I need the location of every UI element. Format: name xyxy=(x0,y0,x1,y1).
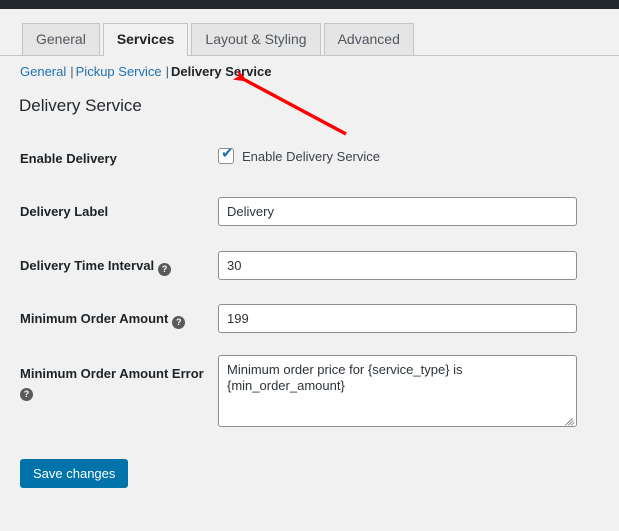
tab-advanced[interactable]: Advanced xyxy=(323,23,414,56)
subnav-separator-2: | xyxy=(165,64,170,79)
label-delivery-label: Delivery Label xyxy=(20,204,109,219)
tab-general[interactable]: General xyxy=(22,23,100,56)
tab-layout-styling[interactable]: Layout & Styling xyxy=(191,23,321,56)
label-minimum-order-amount-text: Minimum Order Amount xyxy=(20,311,169,326)
help-icon-delivery-time-interval[interactable]: ? xyxy=(158,263,172,276)
subnav-link-delivery-service[interactable]: Delivery Service xyxy=(171,64,271,79)
subnav-separator-1: | xyxy=(70,64,74,79)
delivery-label-input[interactable] xyxy=(218,197,577,226)
help-icon-minimum-order-amount-error[interactable]: ? xyxy=(20,388,33,401)
checkmark-icon: ✔ xyxy=(221,144,234,162)
label-enable-delivery: Enable Delivery xyxy=(20,151,117,166)
tab-active-connector xyxy=(103,55,188,56)
minimum-order-amount-error-textarea[interactable] xyxy=(218,355,577,427)
help-icon-minimum-order-amount[interactable]: ? xyxy=(172,316,186,329)
label-minimum-order-amount: Minimum Order Amount? xyxy=(20,310,205,329)
label-delivery-time-interval: Delivery Time Interval? xyxy=(20,257,205,276)
enable-delivery-checkbox[interactable]: ✔ xyxy=(218,144,234,164)
page-title: Delivery Service xyxy=(19,96,142,115)
enable-delivery-checkbox-label: Enable Delivery Service xyxy=(242,148,381,164)
save-changes-button[interactable]: Save changes xyxy=(20,459,129,488)
enable-delivery-checkbox-wrapper[interactable]: ✔ Enable Delivery Service xyxy=(218,144,381,164)
wp-admin-bar xyxy=(0,0,619,9)
subnav: General | Pickup Service | Delivery Service xyxy=(20,64,271,79)
subnav-link-general[interactable]: General xyxy=(20,64,66,79)
subnav-link-pickup-service[interactable]: Pickup Service xyxy=(76,64,162,79)
tab-services[interactable]: Services xyxy=(102,23,189,56)
label-minimum-order-amount-error: Minimum Order Amount Error ? xyxy=(20,365,205,401)
tab-strip-underline xyxy=(0,55,619,56)
tab-strip: General Services Layout & Styling Advanc… xyxy=(0,22,619,56)
minimum-order-amount-input[interactable] xyxy=(218,304,577,333)
tab-list: General Services Layout & Styling Advanc… xyxy=(22,22,417,56)
delivery-time-interval-input[interactable] xyxy=(218,251,577,280)
label-delivery-time-interval-text: Delivery Time Interval xyxy=(20,258,155,273)
label-minimum-order-amount-error-text: Minimum Order Amount Error xyxy=(20,366,204,381)
